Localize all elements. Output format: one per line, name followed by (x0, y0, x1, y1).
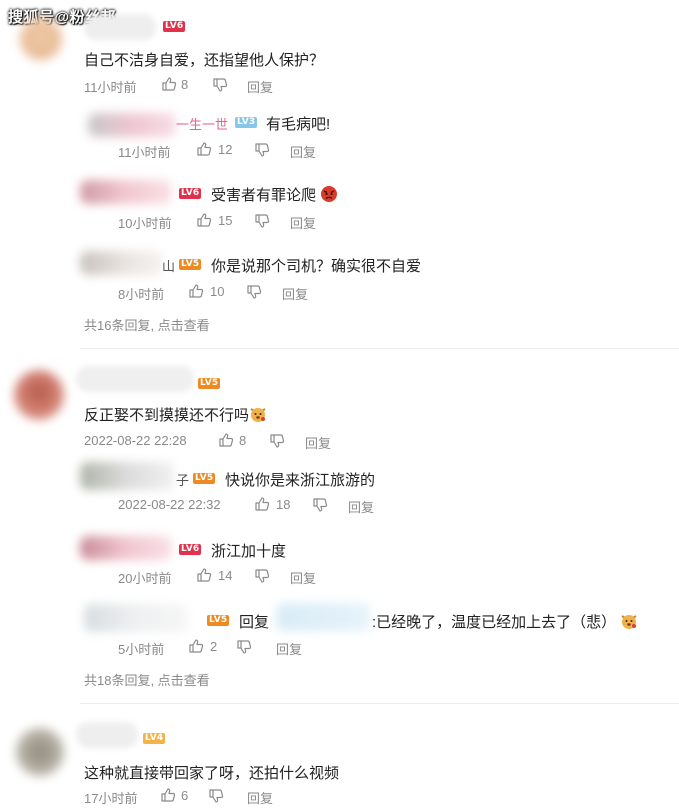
avatar[interactable] (84, 604, 188, 632)
level-badge: LV5 (198, 378, 221, 389)
username-tail[interactable]: 一生一世 (176, 114, 228, 133)
level-badge: LV6 (163, 21, 186, 32)
thumbs-down-icon[interactable] (269, 433, 285, 449)
dog-face-icon (249, 405, 267, 427)
view-more-replies[interactable]: 共18条回复, 点击查看 (84, 670, 210, 689)
thumbs-down-icon[interactable] (212, 77, 228, 93)
username-tail[interactable]: 山 (162, 256, 175, 275)
avatar[interactable] (80, 180, 172, 204)
reply-button[interactable]: 回复 (290, 568, 316, 587)
reply-button[interactable]: 回复 (282, 284, 308, 303)
like-count: 12 (218, 142, 233, 157)
avatar[interactable] (20, 18, 62, 60)
like-count: 10 (210, 284, 225, 299)
reply-time: 10小时前 (118, 216, 172, 231)
reply-text: 浙江加十度 (211, 543, 287, 560)
reply-button[interactable]: 回复 (247, 77, 273, 96)
reply-text: 受害者有罪论爬 (211, 184, 338, 207)
reply-prefix: 回复 (239, 614, 270, 631)
thumbs-down-icon[interactable] (254, 213, 270, 229)
level-badge: LV6 (179, 188, 202, 199)
thumbs-up-icon[interactable] (161, 76, 177, 92)
thumbs-down-icon[interactable] (312, 497, 328, 513)
reply-text: 快说你是来浙江旅游的 (225, 472, 376, 489)
divider (80, 703, 679, 704)
level-badge: LV4 (143, 733, 166, 744)
thumbs-up-icon[interactable] (196, 567, 212, 583)
thumbs-up-icon[interactable] (188, 283, 204, 299)
reply-button[interactable]: 回复 (305, 433, 331, 452)
avatar[interactable] (80, 536, 172, 560)
thumbs-up-icon[interactable] (160, 787, 176, 803)
avatar[interactable] (80, 462, 174, 490)
like-count: 6 (181, 788, 189, 803)
comment-text: 自己不洁身自爱，还指望他人保护？ (84, 52, 325, 69)
like-count: 14 (218, 568, 233, 583)
reply-button[interactable]: 回复 (276, 639, 302, 658)
view-more-replies[interactable]: 共16条回复, 点击查看 (84, 315, 210, 334)
like-count: 18 (276, 497, 291, 512)
reply-button[interactable]: 回复 (348, 497, 374, 516)
like-count: 15 (218, 213, 233, 228)
reply-text: 你是说那个司机？确实很不自爱 (211, 258, 422, 275)
comment-time: 2022-08-22 22:28 (84, 433, 187, 448)
reply-button[interactable]: 回复 (247, 788, 273, 807)
level-badge: LV6 (179, 544, 202, 555)
reply-time: 20小时前 (118, 571, 172, 586)
username-tail[interactable]: 子 (176, 470, 189, 489)
mentioned-user-blurred[interactable] (276, 603, 370, 631)
reply-text: 有毛病吧! (266, 116, 331, 133)
like-count: 8 (181, 77, 189, 92)
like-count: 8 (239, 433, 247, 448)
thumbs-down-icon[interactable] (246, 284, 262, 300)
level-badge: LV5 (179, 259, 202, 270)
reply-text: :已经晚了，温度已经加上去了（悲） (372, 611, 638, 634)
level-badge: LV5 (207, 615, 230, 626)
reply-button[interactable]: 回复 (290, 142, 316, 161)
dog-face-icon (620, 612, 638, 634)
thumbs-down-icon[interactable] (254, 568, 270, 584)
thumbs-up-icon[interactable] (196, 212, 212, 228)
thumbs-up-icon[interactable] (218, 432, 234, 448)
username-blurred[interactable] (84, 14, 156, 40)
reply-time: 5小时前 (118, 642, 165, 657)
avatar[interactable] (16, 728, 64, 776)
username-blurred[interactable] (76, 722, 138, 748)
thumbs-up-icon[interactable] (188, 638, 204, 654)
avatar[interactable] (80, 251, 162, 275)
divider (80, 348, 679, 349)
comment-time: 11小时前 (84, 80, 137, 95)
username-blurred[interactable] (76, 366, 194, 392)
thumbs-down-icon[interactable] (208, 788, 224, 804)
thumbs-down-icon[interactable] (254, 142, 270, 158)
like-count: 2 (210, 639, 218, 654)
reply-time: 11小时前 (118, 145, 171, 160)
angry-face-icon (320, 185, 338, 207)
reply-button[interactable]: 回复 (290, 213, 316, 232)
comment-text: 这种就直接带回家了呀，还拍什么视频 (84, 765, 340, 782)
reply-time: 8小时前 (118, 287, 165, 302)
level-badge: LV3 (235, 117, 258, 128)
reply-time: 2022-08-22 22:32 (118, 497, 221, 512)
thumbs-up-icon[interactable] (254, 496, 270, 512)
comment-text: 反正娶不到摸摸还不行吗 (84, 404, 267, 427)
avatar[interactable] (88, 113, 176, 137)
thumbs-down-icon[interactable] (236, 639, 252, 655)
avatar[interactable] (14, 370, 64, 420)
thumbs-up-icon[interactable] (196, 141, 212, 157)
level-badge: LV5 (193, 473, 216, 484)
comment-time: 17小时前 (84, 791, 138, 806)
